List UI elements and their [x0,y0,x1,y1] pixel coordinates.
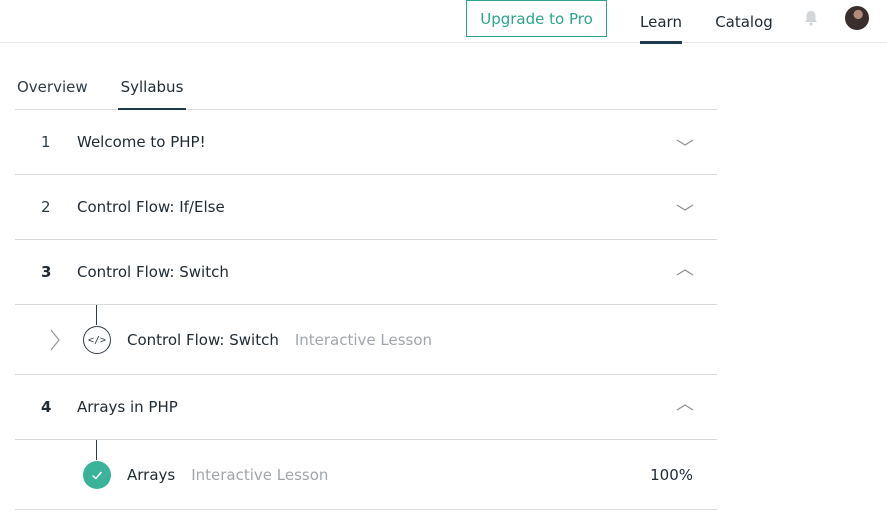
chevron-down-icon[interactable] [676,200,694,214]
upgrade-to-pro-button[interactable]: Upgrade to Pro [466,0,607,37]
nav-learn-link[interactable]: Learn [638,0,684,44]
module-title: Control Flow: If/Else [77,198,225,216]
chevron-up-icon[interactable] [676,265,694,279]
lesson-link[interactable]: Arrays Interactive Lesson [127,440,328,509]
lesson-row-arrays: Arrays Interactive Lesson 100% [15,440,717,510]
timeline-connector [96,440,97,460]
module-row-1[interactable]: 1 Welcome to PHP! [15,110,717,175]
lesson-link[interactable]: Control Flow: Switch Interactive Lesson [127,305,432,374]
module-number: 4 [41,398,52,416]
module-row-2[interactable]: 2 Control Flow: If/Else [15,175,717,240]
chevron-up-icon[interactable] [676,400,694,414]
lesson-progress-percent: 100% [650,465,693,484]
lesson-row-control-flow-switch: </> Control Flow: Switch Interactive Les… [15,305,717,375]
content-tabs: Overview Syllabus [15,70,717,111]
lesson-type-label: Interactive Lesson [191,465,329,484]
chevron-right-icon[interactable] [49,329,61,351]
module-title: Welcome to PHP! [77,133,206,151]
module-row-3[interactable]: 3 Control Flow: Switch [15,240,717,305]
tab-syllabus[interactable]: Syllabus [118,70,186,111]
code-icon: </> [83,326,111,354]
module-number: 3 [41,263,52,281]
timeline-connector [96,305,97,325]
avatar[interactable] [845,6,869,30]
module-title: Control Flow: Switch [77,263,229,281]
top-navigation-bar: Upgrade to Pro Learn Catalog [0,0,887,44]
checkmark-icon [83,461,111,489]
lesson-type-label: Interactive Lesson [294,330,433,349]
tab-overview[interactable]: Overview [17,70,88,110]
module-number: 2 [41,198,51,216]
lesson-title: Control Flow: Switch [127,330,279,349]
lesson-title: Arrays [127,465,176,484]
chevron-down-icon[interactable] [676,135,694,149]
module-title: Arrays in PHP [77,398,178,416]
module-row-4[interactable]: 4 Arrays in PHP [15,375,717,440]
module-number: 1 [41,133,51,151]
nav-catalog-link[interactable]: Catalog [713,0,775,43]
bell-icon[interactable] [802,9,820,27]
